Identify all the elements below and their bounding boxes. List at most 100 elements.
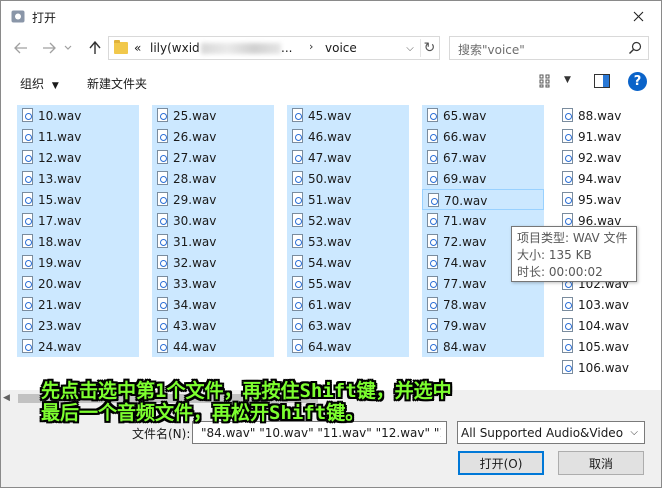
file-name: 79.wav <box>443 319 487 333</box>
file-item[interactable]: 20.wav <box>17 273 139 294</box>
file-item[interactable]: 21.wav <box>17 294 139 315</box>
file-type-select[interactable]: All Supported Audio&Video ⌵ <box>457 421 645 444</box>
file-name: 18.wav <box>38 235 82 249</box>
audio-file-icon <box>427 234 438 248</box>
file-item[interactable]: 55.wav <box>287 273 409 294</box>
file-item[interactable]: 47.wav <box>287 147 409 168</box>
breadcrumb-segment-user[interactable]: lily(wxid <box>150 41 200 55</box>
close-button[interactable] <box>615 1 661 32</box>
file-item[interactable]: 25.wav <box>152 105 274 126</box>
file-item[interactable]: 106.wav <box>557 357 637 376</box>
file-item[interactable]: 19.wav <box>17 252 139 273</box>
file-item[interactable]: 88.wav <box>557 105 637 126</box>
file-item[interactable]: 28.wav <box>152 168 274 189</box>
scroll-left-icon[interactable]: ◀ <box>3 393 10 403</box>
filename-label: 文件名(N): <box>132 427 191 441</box>
search-input[interactable]: 搜索"voice" <box>458 41 525 58</box>
audio-file-icon <box>22 234 33 248</box>
breadcrumb-segment-voice[interactable]: voice <box>325 41 357 55</box>
file-item[interactable]: 79.wav <box>422 315 544 336</box>
file-item[interactable]: 53.wav <box>287 231 409 252</box>
file-item[interactable]: 18.wav <box>17 231 139 252</box>
file-item[interactable]: 26.wav <box>152 126 274 147</box>
file-name: 95.wav <box>578 193 622 207</box>
instruction-line-2: 最后一个音频文件，再松开Shift键。 <box>41 402 365 424</box>
file-item[interactable]: 95.wav <box>557 189 637 210</box>
file-item[interactable]: 45.wav <box>287 105 409 126</box>
search-icon <box>629 41 642 54</box>
file-item[interactable]: 11.wav <box>17 126 139 147</box>
file-item[interactable]: 50.wav <box>287 168 409 189</box>
file-item[interactable]: 23.wav <box>17 315 139 336</box>
view-dropdown-icon[interactable]: ▼ <box>564 75 571 85</box>
file-item[interactable]: 29.wav <box>152 189 274 210</box>
file-name: 54.wav <box>308 256 352 270</box>
address-input[interactable]: « lily(wxid ... › voice ⌵ ↻ <box>108 36 440 60</box>
file-item[interactable]: 27.wav <box>152 147 274 168</box>
tooltip-duration: 时长: 00:00:02 <box>517 265 603 279</box>
file-item[interactable]: 103.wav <box>557 294 637 315</box>
file-item[interactable]: 17.wav <box>17 210 139 231</box>
filename-input[interactable]: "84.wav" "10.wav" "11.wav" "12.wav" "1: <box>192 421 447 444</box>
forward-button[interactable] <box>39 38 59 58</box>
file-item[interactable]: 54.wav <box>287 252 409 273</box>
back-button[interactable] <box>11 38 31 58</box>
cancel-button[interactable]: 取消 <box>558 451 644 475</box>
breadcrumb-separator-icon[interactable]: › <box>309 40 313 53</box>
file-item[interactable]: 51.wav <box>287 189 409 210</box>
view-options-icon[interactable] <box>539 74 555 88</box>
file-item[interactable]: 24.wav <box>17 336 139 357</box>
audio-file-icon <box>292 150 303 164</box>
file-item[interactable]: 30.wav <box>152 210 274 231</box>
file-item[interactable]: 31.wav <box>152 231 274 252</box>
up-button[interactable] <box>85 38 105 58</box>
file-item[interactable]: 15.wav <box>17 189 139 210</box>
help-icon[interactable]: ? <box>628 72 647 91</box>
file-item[interactable]: 65.wav <box>422 105 544 126</box>
file-item[interactable]: 66.wav <box>422 126 544 147</box>
audio-file-icon <box>157 213 168 227</box>
file-item[interactable]: 13.wav <box>17 168 139 189</box>
file-item[interactable]: 91.wav <box>557 126 637 147</box>
file-item[interactable]: 63.wav <box>287 315 409 336</box>
audio-file-icon <box>427 108 438 122</box>
preview-pane-icon[interactable] <box>594 74 610 88</box>
search-box[interactable]: 搜索"voice" <box>449 36 649 60</box>
refresh-icon[interactable]: ↻ <box>420 39 438 57</box>
recent-locations-button[interactable] <box>61 38 75 58</box>
file-item[interactable]: 78.wav <box>422 294 544 315</box>
audio-file-icon <box>562 318 573 332</box>
new-folder-button[interactable]: 新建文件夹 <box>87 75 147 92</box>
file-item[interactable]: 32.wav <box>152 252 274 273</box>
organize-button[interactable]: 组织 ▼ <box>20 75 59 92</box>
file-item[interactable]: 10.wav <box>17 105 139 126</box>
file-item[interactable]: 44.wav <box>152 336 274 357</box>
file-item[interactable]: 67.wav <box>422 147 544 168</box>
file-name: 91.wav <box>578 130 622 144</box>
filename-value: "84.wav" "10.wav" "11.wav" "12.wav" "1: <box>201 426 441 440</box>
file-item[interactable]: 104.wav <box>557 315 637 336</box>
open-button[interactable]: 打开(O) <box>458 451 544 475</box>
file-item[interactable]: 94.wav <box>557 168 637 189</box>
file-item[interactable]: 105.wav <box>557 336 637 357</box>
file-name: 31.wav <box>173 235 217 249</box>
address-prefix[interactable]: « <box>134 41 141 55</box>
file-item[interactable]: 46.wav <box>287 126 409 147</box>
file-item[interactable]: 70.wav <box>422 189 544 210</box>
file-item[interactable]: 92.wav <box>557 147 637 168</box>
redacted-text <box>201 43 281 54</box>
audio-file-icon <box>427 276 438 290</box>
file-item[interactable]: 43.wav <box>152 315 274 336</box>
file-name: 28.wav <box>173 172 217 186</box>
file-item[interactable]: 69.wav <box>422 168 544 189</box>
file-item[interactable]: 52.wav <box>287 210 409 231</box>
tooltip-size: 大小: 135 KB <box>517 248 592 262</box>
file-item[interactable]: 64.wav <box>287 336 409 357</box>
file-item[interactable]: 84.wav <box>422 336 544 357</box>
file-item[interactable]: 34.wav <box>152 294 274 315</box>
file-item[interactable]: 33.wav <box>152 273 274 294</box>
file-item[interactable]: 61.wav <box>287 294 409 315</box>
file-item[interactable]: 12.wav <box>17 147 139 168</box>
file-name: 19.wav <box>38 256 82 270</box>
address-dropdown-icon[interactable]: ⌵ <box>402 40 418 56</box>
